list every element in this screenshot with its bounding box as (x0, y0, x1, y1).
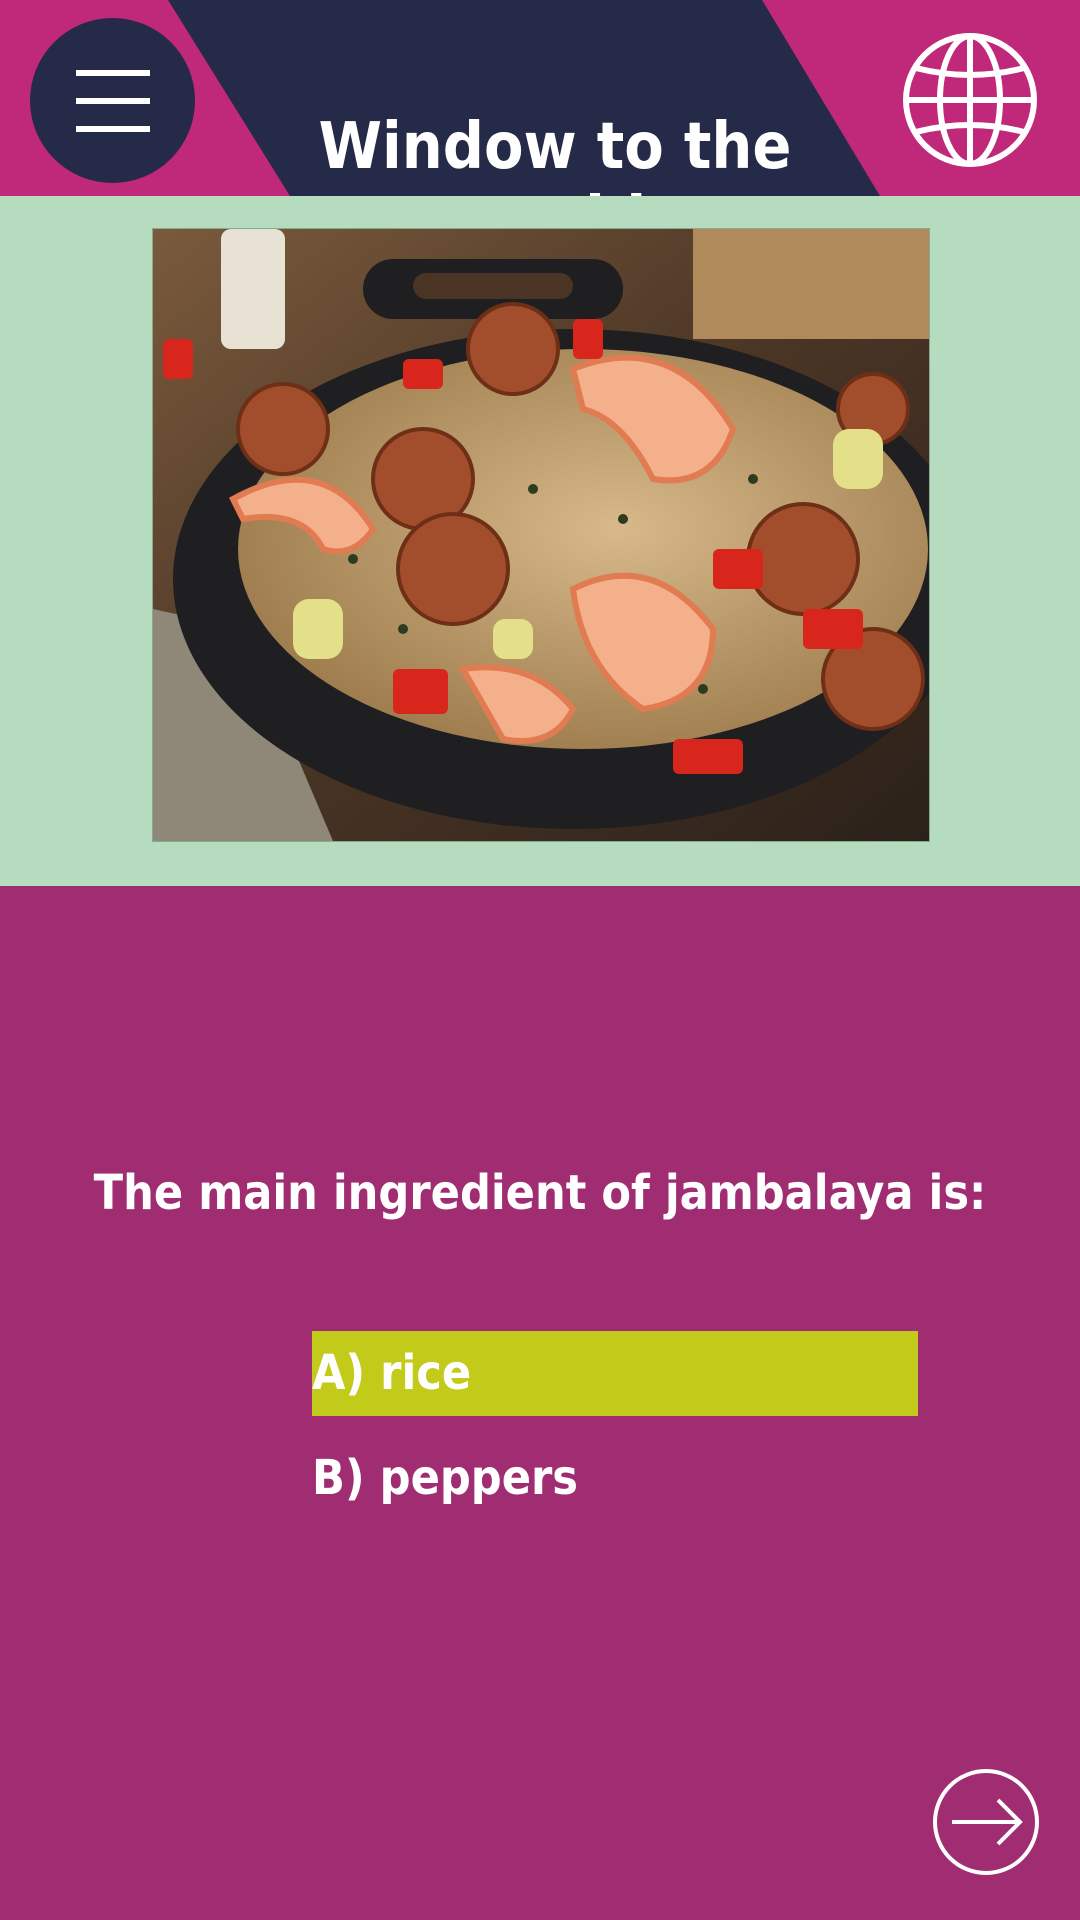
next-button[interactable] (932, 1768, 1040, 1876)
hamburger-menu-icon-bar (75, 97, 150, 104)
hero-section (0, 196, 1080, 886)
menu-button[interactable] (30, 18, 195, 183)
jambalaya-photo (152, 228, 930, 842)
quiz-question: The main ingredient of jambalaya is: (93, 1165, 987, 1221)
hamburger-menu-icon-bar (75, 125, 150, 132)
globe-icon[interactable] (900, 30, 1040, 170)
app-header: Window to the world (0, 0, 1080, 258)
hamburger-menu-icon (75, 69, 150, 76)
answer-option-b[interactable]: B) peppers (312, 1436, 918, 1521)
answer-option-a[interactable]: A) rice (312, 1331, 918, 1416)
